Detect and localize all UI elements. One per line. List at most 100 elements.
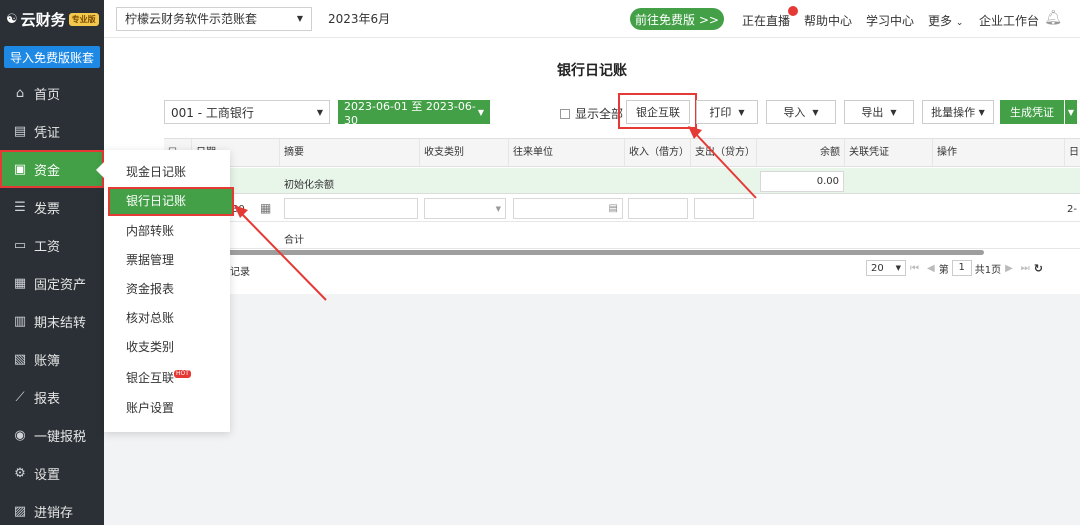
bell-icon[interactable]: 🔔︎ [1044, 10, 1062, 26]
sidebar-item-label: 工资 [34, 239, 61, 255]
income-input[interactable] [628, 198, 688, 219]
print-button[interactable]: 打印 ▼ [696, 100, 758, 124]
date-range-value: 2023-06-01 至 2023-06-30 [344, 99, 476, 127]
highlight-box [618, 93, 697, 129]
column-header-counterparty: 往来单位 [509, 139, 625, 167]
import-free-account-button[interactable]: 导入免费版账套 [4, 46, 100, 68]
hot-badge: HOT [174, 370, 191, 378]
export-button[interactable]: 导出 ▼ [844, 100, 914, 124]
submenu-item-bank-journal[interactable]: 银行日记账 [108, 187, 234, 216]
page-title: 银行日记账 [557, 63, 627, 79]
last-page-icon[interactable]: ⏭ [1021, 263, 1030, 274]
show-all-checkbox[interactable]: 显示全部 [560, 105, 623, 122]
chevron-down-icon: ▼ [978, 107, 985, 117]
print-label: 打印 [709, 106, 732, 119]
journal-table: ☐ 日期 摘要 收支类别 往来单位 收入（借方） 支出（贷方） 余额 关联凭证 … [164, 138, 1080, 249]
chevron-down-icon: ▼ [477, 107, 484, 117]
more-menu[interactable]: 更多 ⌄ [928, 12, 963, 29]
entry-day-value: 2- [1067, 204, 1077, 215]
sidebar-item-ledger[interactable]: ▧ 账簿 [0, 340, 104, 378]
enterprise-workspace-link[interactable]: 企业工作台 [979, 12, 1039, 29]
calendar-icon: ▥ [13, 313, 27, 329]
submenu-item-account-settings[interactable]: 账户设置 [104, 394, 230, 423]
date-range-picker[interactable]: 2023-06-01 至 2023-06-30 ▼ [338, 99, 490, 127]
sidebar-item-label: 账簿 [34, 353, 61, 369]
batch-actions-button[interactable]: 批量操作 ▼ [922, 100, 994, 124]
live-link[interactable]: 正在直播 [742, 6, 799, 29]
voucher-icon: ▤ [13, 123, 27, 139]
asset-icon: ▦ [13, 275, 27, 291]
page-size-select[interactable]: 20 ▼ [866, 260, 906, 276]
column-header-balance: 余额 [757, 139, 845, 167]
invoice-icon: ☰ [14, 199, 26, 215]
submenu-item-bank-link[interactable]: 银企互联 HOT [104, 364, 230, 393]
prev-page-icon[interactable]: ◀ [927, 263, 935, 274]
sidebar-item-voucher[interactable]: ▤ 凭证 [0, 112, 104, 150]
table-row-entry: 30 ▦ ▼ ▤ 2- [164, 195, 1080, 222]
generate-voucher-button[interactable]: 生成凭证 [1000, 100, 1064, 124]
sidebar-item-label: 固定资产 [34, 277, 87, 293]
help-center-link[interactable]: 帮助中心 [804, 12, 852, 29]
sidebar-item-fixed-assets[interactable]: ▦ 固定资产 [0, 264, 104, 302]
topbar: 柠檬云财务软件示范账套 ▼ 2023年6月 前往免费版 >> 正在直播 帮助中心… [104, 0, 1080, 38]
funds-submenu: 现金日记账 银行日记账 内部转账 票据管理 资金报表 核对总账 收支类别 银企互… [96, 150, 234, 432]
chevron-down-icon: ⌄ [955, 18, 964, 28]
more-label: 更多 [928, 14, 953, 28]
page-number-input[interactable]: 1 [951, 260, 972, 276]
sidebar-item-reports[interactable]: ⟋ 报表 [0, 378, 104, 416]
first-page-icon[interactable]: ⏮ [910, 263, 919, 274]
chevron-down-icon: ▼ [895, 264, 901, 272]
sidebar-item-salary[interactable]: ▭ 工资 [0, 226, 104, 264]
table-row-total: 合计 [164, 223, 1080, 249]
bank-account-select[interactable]: 001 - 工商银行 ▼ [164, 100, 330, 124]
generate-voucher-dropdown[interactable]: ▼ [1065, 100, 1077, 124]
brand-logo[interactable]: ☯ 云财务 专业版 [0, 0, 104, 38]
submenu-item-internal-transfer[interactable]: 内部转账 [104, 217, 230, 246]
submenu-item-bill-management[interactable]: 票据管理 [104, 246, 230, 275]
chevron-down-icon: ▼ [495, 204, 501, 213]
expense-input[interactable] [694, 198, 754, 219]
category-select[interactable]: ▼ [424, 198, 506, 219]
sidebar-item-period-end[interactable]: ▥ 期末结转 [0, 302, 104, 340]
submenu-item-cash-journal[interactable]: 现金日记账 [104, 158, 230, 187]
sidebar-item-inventory[interactable]: ▨ 进销存 [0, 492, 104, 525]
refresh-icon[interactable]: ↻ [1034, 262, 1043, 275]
summary-input[interactable] [284, 198, 418, 219]
sidebar-item-label: 期末结转 [34, 315, 87, 331]
opening-balance-field[interactable]: 0.00 [760, 171, 844, 192]
chevron-down-icon: ▼ [316, 107, 323, 117]
account-set-value: 柠檬云财务软件示范账套 [125, 12, 258, 26]
list-icon[interactable]: ▤ [609, 203, 618, 214]
sidebar-item-invoice[interactable]: ☰ 发票 [0, 188, 104, 226]
live-label: 正在直播 [742, 14, 791, 28]
sidebar-item-label: 资金 [34, 163, 61, 179]
brand-icon: ☯ [6, 11, 18, 27]
pagination: 20 ▼ ⏮ ◀ 第 1 共1页 ▶ ⏭ ↻ [866, 260, 1043, 276]
sidebar: ☯ 云财务 专业版 导入免费版账套 ⌂ 首页 ▤ 凭证 ▣ 资金 ☰ 发票 ▭ 工资 ▦ 固… [0, 0, 104, 525]
horizontal-scrollbar[interactable] [164, 250, 984, 255]
go-free-version-button[interactable]: 前往免费版 >> [630, 8, 724, 30]
learning-center-link[interactable]: 学习中心 [866, 12, 914, 29]
page-total: 共1页 [974, 264, 1002, 276]
home-icon: ⌂ [15, 85, 25, 101]
sidebar-item-home[interactable]: ⌂ 首页 [0, 74, 104, 112]
submenu-item-fund-report[interactable]: 资金报表 [104, 275, 230, 304]
column-header-expense: 支出（贷方） [691, 139, 757, 167]
submenu-item-reconcile-ledger[interactable]: 核对总账 [104, 304, 230, 333]
counterparty-input[interactable]: ▤ [513, 198, 623, 219]
sidebar-item-funds[interactable]: ▣ 资金 [0, 150, 104, 188]
chevron-down-icon: ▼ [738, 107, 745, 117]
live-hot-icon [788, 6, 799, 16]
chevron-down-icon: ▼ [296, 14, 303, 23]
sidebar-item-settings[interactable]: ⚙ 设置 [0, 454, 104, 492]
column-header-category: 收支类别 [420, 139, 509, 167]
submenu-item-categories[interactable]: 收支类别 [104, 333, 230, 362]
funds-icon: ▣ [13, 161, 27, 177]
batch-label: 批量操作 [931, 106, 976, 119]
import-button[interactable]: 导入 ▼ [766, 100, 836, 124]
next-page-icon[interactable]: ▶ [1005, 263, 1013, 274]
sidebar-item-tax[interactable]: ◉ 一键报税 [0, 416, 104, 454]
checkbox-box [560, 108, 570, 119]
account-set-select[interactable]: 柠檬云财务软件示范账套 ▼ [116, 6, 312, 31]
calendar-icon[interactable]: ▦ [260, 201, 271, 215]
